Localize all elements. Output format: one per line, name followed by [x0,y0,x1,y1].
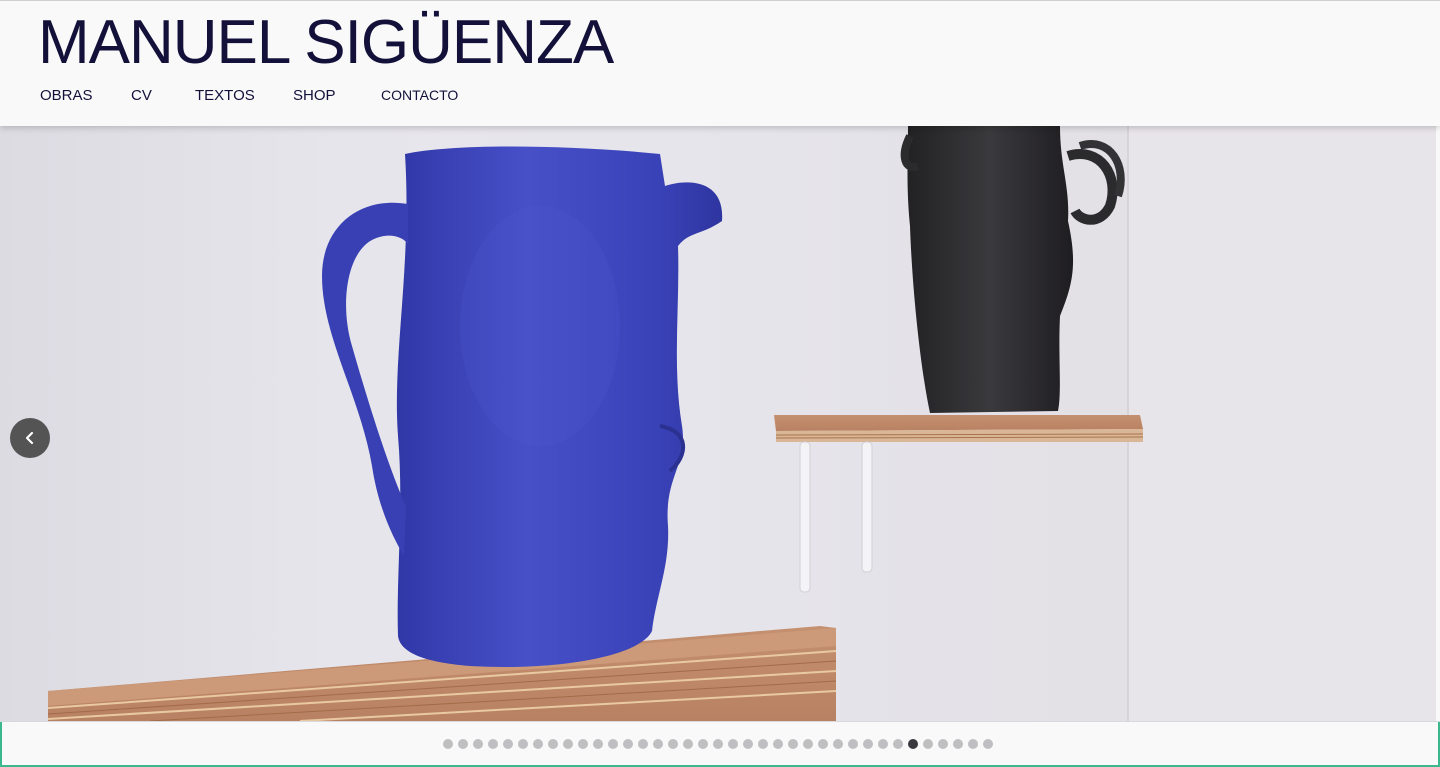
slider-dot[interactable] [713,739,723,749]
slider-bottom-border [0,721,1440,722]
slider-dot[interactable] [878,739,888,749]
slider-dot[interactable] [773,739,783,749]
slider-dot[interactable] [803,739,813,749]
slider-dot[interactable] [473,739,483,749]
slider-dot[interactable] [758,739,768,749]
slider-dot[interactable] [608,739,618,749]
site-title[interactable]: MANUEL SIGÜENZA [38,7,614,79]
slider-dot[interactable] [938,739,948,749]
nav-item-shop[interactable]: SHOP [293,87,336,105]
slider-dot[interactable] [518,739,528,749]
slider-dot[interactable] [563,739,573,749]
nav-item-contacto[interactable]: CONTACTO [381,86,458,104]
slider-dot[interactable] [623,739,633,749]
slider-dot[interactable] [503,739,513,749]
slider-dot[interactable] [818,739,828,749]
slider-pagination [443,739,993,751]
slider-dot[interactable] [893,739,903,749]
slider-dot[interactable] [728,739,738,749]
slider-dot[interactable] [593,739,603,749]
nav-item-textos[interactable]: TEXTOS [195,87,255,105]
slider-dot[interactable] [488,739,498,749]
slider-dot[interactable] [668,739,678,749]
nav-item-cv[interactable]: CV [131,87,152,105]
slider-dot[interactable] [848,739,858,749]
slider-dot[interactable] [833,739,843,749]
chevron-left-icon [25,431,34,445]
slider-dot[interactable] [968,739,978,749]
slider-dot[interactable] [743,739,753,749]
slider-dot[interactable] [458,739,468,749]
slider-dot[interactable] [983,739,993,749]
prev-slide-button[interactable] [10,418,50,458]
site-header: MANUEL SIGÜENZA OBRAS CV TEXTOS SHOP CON… [0,0,1440,126]
slider-dot[interactable] [578,739,588,749]
slider-dot[interactable] [683,739,693,749]
image-slider[interactable] [0,126,1436,721]
slider-dot[interactable] [548,739,558,749]
slider-dot[interactable] [653,739,663,749]
slider-dot[interactable] [788,739,798,749]
slider-dot[interactable] [533,739,543,749]
page: MANUEL SIGÜENZA OBRAS CV TEXTOS SHOP CON… [0,0,1440,767]
slider-dot[interactable] [953,739,963,749]
slider-dot[interactable] [923,739,933,749]
slide-image [0,126,1436,721]
slider-dot[interactable] [908,739,918,749]
nav-item-obras[interactable]: OBRAS [40,87,93,105]
slider-dot[interactable] [638,739,648,749]
slider-dot[interactable] [863,739,873,749]
slider-dot[interactable] [698,739,708,749]
frame-edge-left [0,722,2,767]
slider-dot[interactable] [443,739,453,749]
